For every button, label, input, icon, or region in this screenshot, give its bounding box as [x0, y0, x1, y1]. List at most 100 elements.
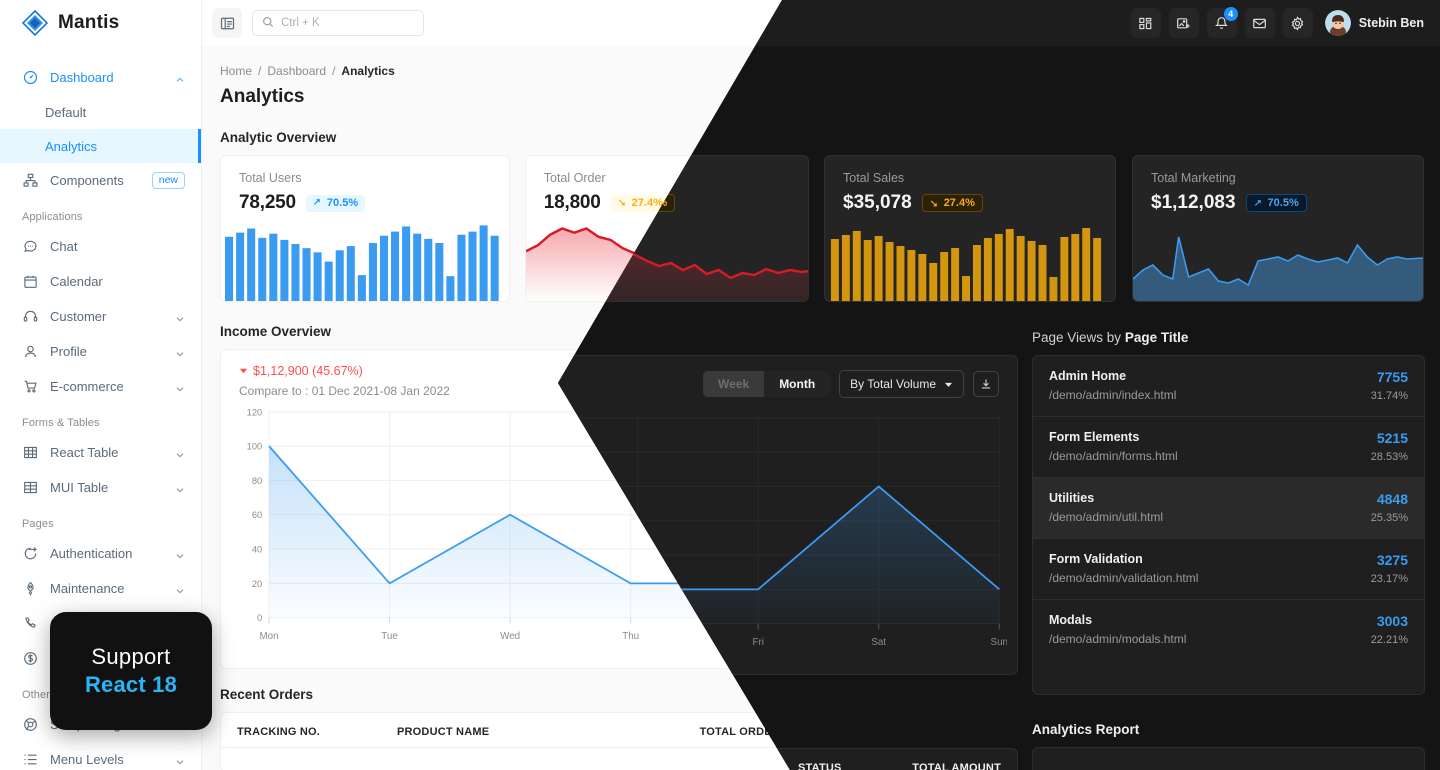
bell-icon[interactable]: 4 [1206, 7, 1238, 38]
top-header: 4 [202, 0, 1440, 46]
sidebar-item-chat[interactable]: Chat [0, 229, 201, 264]
rocket-icon [22, 580, 39, 597]
trend-down-icon [933, 197, 943, 210]
page-view-count: 7755 [1375, 363, 1407, 379]
sidebar-item-ecommerce[interactable]: E-commerce [0, 369, 201, 404]
grid-icon[interactable] [1130, 8, 1161, 38]
download-button[interactable] [967, 365, 993, 391]
page-view-stats: 7755 31.74% [1360, 363, 1407, 396]
chevron-down-icon [175, 549, 185, 559]
chevron-up-icon [175, 73, 185, 83]
stat-value-row: 78,250 70.5% [239, 192, 491, 214]
income-meta: $1,12,900 (45.67%) Compare to : 01 Dec 2… [239, 364, 697, 398]
sidebar-item-components[interactable]: Components new [0, 163, 201, 198]
income-overview-title: Income Overview [220, 324, 332, 339]
sidebar-item-authentication[interactable]: Authentication [0, 536, 201, 571]
sidebar-item-dashboard[interactable]: Dashboard [0, 60, 201, 95]
page-view-count: 3275 [1375, 546, 1407, 562]
page-view-info: Admin Home /demo/admin/index.html [1044, 363, 1360, 396]
analytic-overview-title: Analytic Overview [220, 130, 337, 145]
list-item[interactable]: Utilities /demo/admin/util.html 4848 25.… [1028, 472, 1423, 533]
page-view-url: /demo/admin/validation.html [1044, 565, 1194, 579]
list-item[interactable]: Form Validation /demo/admin/validation.h… [1028, 533, 1423, 594]
period-month-button[interactable]: Month [758, 365, 824, 391]
page-view-stats: 4848 25.35% [1360, 485, 1407, 518]
stat-percent-text: 27.4% [946, 197, 978, 209]
gear-icon[interactable] [1282, 8, 1313, 38]
new-badge: new [151, 171, 185, 190]
stat-value-row: $35,078 27.4% [849, 192, 1101, 214]
column-tracking-no[interactable]: TRACKING NO. [237, 726, 397, 738]
svg-text:Tue: Tue [381, 631, 398, 642]
column-total-order[interactable]: TOTAL ORDER [695, 726, 780, 738]
period-week-button[interactable]: Week [697, 365, 759, 391]
sidebar-item-label: Authentication [50, 546, 133, 561]
sidebar-item-analytics[interactable]: Analytics [0, 129, 201, 163]
svg-text:80: 80 [252, 476, 262, 486]
table-icon [22, 444, 39, 461]
sidebar-item-default[interactable]: Default [0, 95, 201, 129]
support-badge-line2: React 18 [84, 672, 178, 697]
svg-text:100: 100 [247, 442, 263, 452]
sidebar-item-menu-levels[interactable]: Menu Levels [0, 742, 201, 770]
list-item[interactable]: Admin Home /demo/admin/index.html 7755 3… [1028, 350, 1423, 411]
stat-label: Total Sales [848, 171, 910, 185]
stat-label: Total Users [239, 171, 302, 185]
page-view-url: /demo/admin/forms.html [1044, 443, 1173, 457]
sidebar-item-maintenance[interactable]: Maintenance [0, 571, 201, 606]
dashboard-icon [22, 69, 39, 86]
header-actions: 4 Stebin Ben [1130, 7, 1424, 38]
search-box[interactable] [252, 10, 424, 36]
sidebar-item-label: E-commerce [50, 379, 124, 394]
page-view-title: Modals [1044, 607, 1088, 621]
analytics-report-panel [1027, 697, 1424, 741]
period-segmented-control[interactable]: Week Month [697, 365, 824, 391]
stat-card-total-sales[interactable]: Total Sales $35,078 27.4% [829, 155, 1120, 302]
stat-card-total-users[interactable]: Total Users 78,250 70.5% [220, 155, 510, 302]
page-view-stats: 3275 23.17% [1360, 546, 1407, 579]
income-chart-wrap: 120 100 80 60 40 20 0 Mon Tue Wed Thu Fr… [221, 398, 1011, 660]
trend-up-icon [1253, 197, 1263, 210]
mantis-logo-icon [21, 9, 49, 37]
table-icon [22, 479, 39, 496]
cart-icon [22, 378, 39, 395]
column-status[interactable]: STATUS [780, 726, 875, 738]
sidebar-item-calendar[interactable]: Calendar [0, 264, 201, 299]
stat-value: 78,250 [239, 192, 296, 213]
list-item[interactable]: Form Elements /demo/admin/forms.html 521… [1028, 411, 1423, 472]
user-profile-chip[interactable]: Stebin Ben [1321, 10, 1424, 36]
sidebar-item-label: Analytics [45, 138, 98, 154]
page-title: Analytics [220, 86, 305, 107]
stat-percent-badge: 70.5% [305, 194, 366, 212]
mail-icon[interactable] [1244, 8, 1275, 38]
page-views-title-strong: Page Title [1124, 324, 1188, 339]
sidebar-item-label: Calendar [50, 274, 103, 289]
stat-card-total-order[interactable]: Total Order 18,800 27.4% [524, 155, 815, 302]
stat-card-total-marketing[interactable]: Total Marketing $1,12,083 70.5% [1134, 155, 1424, 302]
sidebar-item-mui-table[interactable]: MUI Table [0, 470, 201, 505]
stat-label: Total Marketing [1153, 171, 1239, 185]
sidebar-item-react-table[interactable]: React Table [0, 435, 201, 470]
column-total-amount[interactable]: TOTAL AMOUNT [875, 726, 995, 738]
column-product-name[interactable]: PRODUCT NAME [397, 726, 695, 738]
volume-select[interactable]: By Total Volume [833, 364, 958, 392]
sidebar-item-profile[interactable]: Profile [0, 334, 201, 369]
chevron-down-icon [175, 382, 185, 392]
menu-toggle-button[interactable] [212, 8, 242, 38]
login-icon [22, 545, 39, 562]
page-view-title: Admin Home [1044, 363, 1122, 377]
support-badge[interactable]: Support React 18 [50, 612, 212, 730]
page-view-percent: 25.35% [1369, 506, 1407, 518]
page-views-column: Page Views by Page Title Admin Home /dem… [1027, 302, 1424, 770]
add-image-icon[interactable] [1168, 8, 1199, 38]
brand[interactable]: Mantis [0, 0, 201, 46]
breadcrumb-item-dashboard[interactable]: Dashboard [267, 64, 326, 78]
sidebar-group-applications: Applications [22, 211, 83, 223]
search-input[interactable] [281, 17, 414, 29]
headset-icon [22, 308, 39, 325]
sidebar-item-customer[interactable]: Customer [0, 299, 201, 334]
sidebar-group-forms-tables: Forms & Tables [22, 417, 100, 429]
list-item[interactable]: Modals /demo/admin/modals.html 3003 22.2… [1028, 594, 1423, 654]
breadcrumb-item-home[interactable]: Home [220, 64, 252, 78]
page-view-percent: 23.17% [1369, 567, 1407, 579]
